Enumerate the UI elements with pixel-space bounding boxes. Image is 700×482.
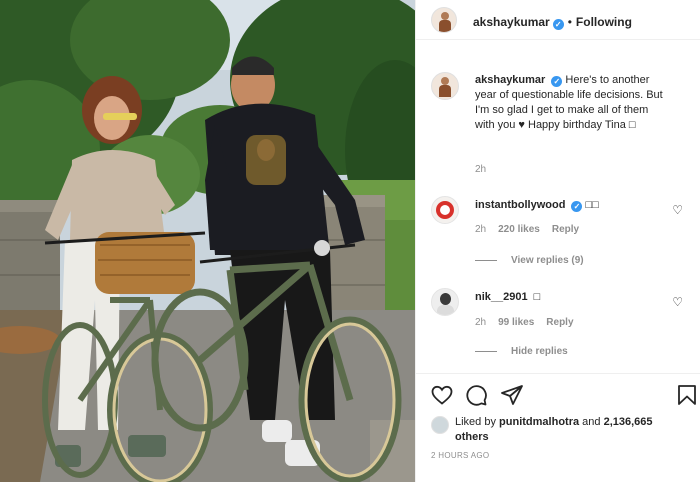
hide-replies-toggle[interactable]: Hide replies bbox=[475, 346, 568, 357]
caption-author-avatar[interactable] bbox=[431, 72, 459, 100]
author-avatar[interactable] bbox=[431, 7, 457, 33]
comment-body: □□ bbox=[585, 199, 599, 211]
comment-likes[interactable]: 99 likes bbox=[498, 317, 534, 328]
caption-author-username[interactable]: akshaykumar bbox=[475, 74, 545, 86]
verified-badge-icon: ✓ bbox=[552, 19, 564, 30]
commenter-avatar[interactable] bbox=[431, 288, 459, 316]
post-image bbox=[0, 0, 415, 482]
comment-age: 2h bbox=[475, 317, 487, 328]
view-replies-toggle[interactable]: View replies (9) bbox=[475, 255, 584, 266]
verified-badge-icon: ✓ bbox=[571, 201, 583, 212]
replies-divider bbox=[475, 350, 497, 352]
caption-meta: 2h bbox=[475, 164, 498, 175]
post-details-panel: akshaykumar ✓ • Following akshaykumar ✓ Here… bbox=[415, 0, 700, 482]
comment-age: 2h bbox=[475, 224, 487, 235]
liked-by-user[interactable]: punitdmalhotra bbox=[499, 416, 579, 428]
liked-by-text: Liked by punitdmalhotra and 2,136,665 ot… bbox=[455, 415, 675, 445]
heart-outline-icon[interactable]: ♡ bbox=[672, 203, 683, 217]
liker-avatar[interactable] bbox=[431, 416, 449, 434]
comment-meta: 2h 220 likes Reply bbox=[475, 224, 591, 235]
comment-body: □ bbox=[533, 291, 541, 303]
commenter-username[interactable]: instantbollywood bbox=[475, 199, 565, 211]
replies-divider bbox=[475, 259, 497, 261]
separator-dot: • bbox=[567, 15, 572, 29]
post-photo[interactable] bbox=[0, 0, 415, 482]
reply-button[interactable]: Reply bbox=[546, 317, 573, 328]
paper-plane-icon[interactable] bbox=[500, 383, 524, 407]
comment-meta: 2h 99 likes Reply bbox=[475, 317, 586, 328]
bookmark-icon[interactable] bbox=[675, 383, 699, 407]
reply-button[interactable]: Reply bbox=[552, 224, 579, 235]
comment-text: nik__2901 □ bbox=[475, 290, 665, 305]
verified-badge-icon: ✓ bbox=[551, 76, 563, 87]
heart-icon[interactable] bbox=[430, 383, 454, 407]
comment-text: instantbollywood ✓ □□ bbox=[475, 198, 665, 213]
liked-by-and: and bbox=[582, 416, 601, 428]
comment-likes[interactable]: 220 likes bbox=[498, 224, 540, 235]
following-button[interactable]: Following bbox=[576, 15, 632, 29]
caption-text: akshaykumar ✓ Here's to another year of q… bbox=[475, 73, 665, 133]
replies-toggle-label: View replies (9) bbox=[511, 255, 584, 266]
post-header: akshaykumar ✓ • Following bbox=[416, 0, 700, 40]
liked-by-prefix: Liked by bbox=[455, 416, 496, 428]
author-username[interactable]: akshaykumar bbox=[473, 15, 550, 29]
post-timestamp[interactable]: 2 HOURS AGO bbox=[431, 451, 489, 460]
commenter-avatar[interactable] bbox=[431, 196, 459, 224]
comment-bubble-icon[interactable] bbox=[464, 383, 488, 407]
heart-outline-icon[interactable]: ♡ bbox=[672, 295, 683, 309]
post-actions: Liked by punitdmalhotra and 2,136,665 ot… bbox=[416, 373, 700, 482]
replies-toggle-label: Hide replies bbox=[511, 346, 568, 357]
caption-age: 2h bbox=[475, 164, 487, 175]
commenter-username[interactable]: nik__2901 bbox=[475, 291, 528, 303]
